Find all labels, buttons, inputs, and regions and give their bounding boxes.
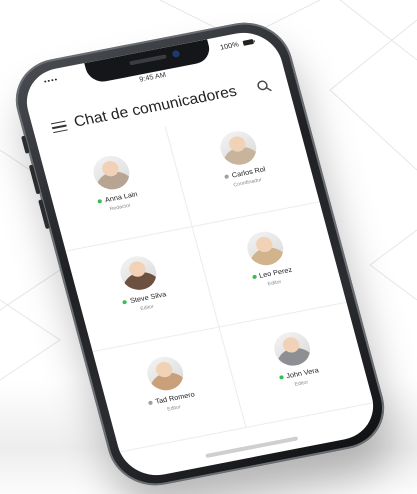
status-dot [278, 375, 284, 380]
status-dot [122, 299, 128, 305]
status-dot [224, 174, 230, 180]
battery-text: 100% [219, 41, 240, 52]
status-dot [251, 274, 257, 280]
battery-icon [242, 39, 256, 46]
avatar [270, 329, 314, 369]
avatar [89, 152, 133, 193]
phone-mockup: •••• 100% 9:45 AM Chat de comunicadores [0, 0, 417, 494]
hamburger-menu-icon[interactable] [50, 120, 68, 134]
avatar [142, 353, 187, 394]
status-dot [147, 400, 154, 406]
mute-switch [20, 135, 30, 154]
contacts-grid: Anna Lain Redactor Carlos Rol Coordinado… [38, 101, 381, 482]
battery-indicator: 100% [219, 38, 256, 52]
avatar [116, 253, 160, 293]
status-dot [97, 199, 103, 204]
signal-indicator: •••• [43, 76, 60, 86]
search-icon[interactable] [255, 78, 273, 94]
avatar [216, 128, 261, 168]
phone-screen: •••• 100% 9:45 AM Chat de comunicadores [18, 26, 382, 482]
avatar [243, 228, 288, 269]
volume-up-button [28, 164, 41, 195]
phone-frame: •••• 100% 9:45 AM Chat de comunicadores [5, 14, 395, 494]
volume-down-button [38, 199, 50, 230]
